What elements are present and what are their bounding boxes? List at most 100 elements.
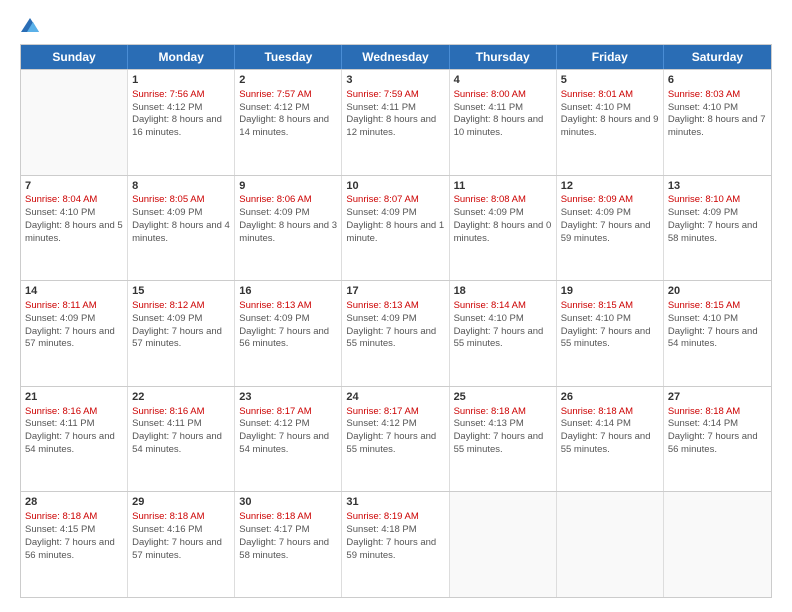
sunset-text: Sunset: 4:17 PM <box>239 524 309 535</box>
daylight-text: Daylight: 7 hours and 59 minutes. <box>561 220 651 244</box>
sunset-text: Sunset: 4:09 PM <box>25 313 95 324</box>
col-monday: Monday <box>128 45 235 69</box>
sunrise-text: Sunrise: 8:04 AM <box>25 194 97 205</box>
day-number: 22 <box>132 390 230 405</box>
col-tuesday: Tuesday <box>235 45 342 69</box>
sunset-text: Sunset: 4:10 PM <box>668 102 738 113</box>
calendar-cell <box>21 70 128 175</box>
sunrise-text: Sunrise: 8:03 AM <box>668 89 740 100</box>
daylight-text: Daylight: 7 hours and 57 minutes. <box>132 537 222 561</box>
daylight-text: Daylight: 7 hours and 54 minutes. <box>132 431 222 455</box>
sunrise-text: Sunrise: 8:16 AM <box>132 406 204 417</box>
daylight-text: Daylight: 8 hours and 12 minutes. <box>346 114 436 138</box>
sunrise-text: Sunrise: 8:08 AM <box>454 194 526 205</box>
sunrise-text: Sunrise: 8:14 AM <box>454 300 526 311</box>
daylight-text: Daylight: 8 hours and 1 minute. <box>346 220 444 244</box>
calendar-cell <box>450 492 557 597</box>
day-number: 7 <box>25 179 123 194</box>
calendar-cell: 30Sunrise: 8:18 AMSunset: 4:17 PMDayligh… <box>235 492 342 597</box>
day-number: 21 <box>25 390 123 405</box>
logo-icon <box>21 18 39 32</box>
daylight-text: Daylight: 8 hours and 10 minutes. <box>454 114 544 138</box>
calendar-cell: 13Sunrise: 8:10 AMSunset: 4:09 PMDayligh… <box>664 176 771 281</box>
sunset-text: Sunset: 4:09 PM <box>239 207 309 218</box>
daylight-text: Daylight: 7 hours and 57 minutes. <box>132 326 222 350</box>
day-number: 3 <box>346 73 444 88</box>
calendar-cell: 12Sunrise: 8:09 AMSunset: 4:09 PMDayligh… <box>557 176 664 281</box>
sunrise-text: Sunrise: 7:56 AM <box>132 89 204 100</box>
sunrise-text: Sunrise: 8:17 AM <box>346 406 418 417</box>
sunrise-text: Sunrise: 8:13 AM <box>239 300 311 311</box>
sunset-text: Sunset: 4:12 PM <box>239 418 309 429</box>
sunrise-text: Sunrise: 8:18 AM <box>239 511 311 522</box>
calendar-cell: 8Sunrise: 8:05 AMSunset: 4:09 PMDaylight… <box>128 176 235 281</box>
daylight-text: Daylight: 8 hours and 14 minutes. <box>239 114 329 138</box>
calendar-cell: 31Sunrise: 8:19 AMSunset: 4:18 PMDayligh… <box>342 492 449 597</box>
day-number: 10 <box>346 179 444 194</box>
col-saturday: Saturday <box>664 45 771 69</box>
day-number: 17 <box>346 284 444 299</box>
sunrise-text: Sunrise: 8:19 AM <box>346 511 418 522</box>
day-number: 6 <box>668 73 767 88</box>
sunrise-text: Sunrise: 8:15 AM <box>561 300 633 311</box>
daylight-text: Daylight: 8 hours and 5 minutes. <box>25 220 123 244</box>
sunrise-text: Sunrise: 8:12 AM <box>132 300 204 311</box>
daylight-text: Daylight: 7 hours and 55 minutes. <box>561 431 651 455</box>
sunset-text: Sunset: 4:10 PM <box>454 313 524 324</box>
calendar-cell: 21Sunrise: 8:16 AMSunset: 4:11 PMDayligh… <box>21 387 128 492</box>
sunrise-text: Sunrise: 8:06 AM <box>239 194 311 205</box>
sunrise-text: Sunrise: 8:05 AM <box>132 194 204 205</box>
calendar-cell: 10Sunrise: 8:07 AM Sunset: 4:09 PM Dayligh… <box>342 176 449 281</box>
daylight-text: Daylight: 7 hours and 59 minutes. <box>346 537 436 561</box>
sunrise-text: Sunrise: 8:00 AM <box>454 89 526 100</box>
day-number: 19 <box>561 284 659 299</box>
col-friday: Friday <box>557 45 664 69</box>
sunrise-text: Sunrise: 8:10 AM <box>668 194 740 205</box>
sunset-text: Sunset: 4:09 PM <box>668 207 738 218</box>
col-thursday: Thursday <box>450 45 557 69</box>
sunset-text: Sunset: 4:12 PM <box>132 102 202 113</box>
sunrise-text: Sunrise: 8:07 AM <box>346 194 418 205</box>
sunrise-text: Sunrise: 8:01 AM <box>561 89 633 100</box>
calendar-cell: 23Sunrise: 8:17 AMSunset: 4:12 PMDayligh… <box>235 387 342 492</box>
calendar-body: 1Sunrise: 7:56 AMSunset: 4:12 PMDaylight… <box>21 69 771 597</box>
calendar-cell: 2Sunrise: 7:57 AMSunset: 4:12 PMDaylight… <box>235 70 342 175</box>
calendar-cell: 26Sunrise: 8:18 AMSunset: 4:14 PMDayligh… <box>557 387 664 492</box>
calendar-row-4: 28Sunrise: 8:18 AMSunset: 4:15 PMDayligh… <box>21 491 771 597</box>
day-number: 14 <box>25 284 123 299</box>
daylight-text: Daylight: 7 hours and 55 minutes. <box>454 431 544 455</box>
day-number: 27 <box>668 390 767 405</box>
day-number: 5 <box>561 73 659 88</box>
calendar-cell: 15Sunrise: 8:12 AMSunset: 4:09 PMDayligh… <box>128 281 235 386</box>
calendar-cell: 14Sunrise: 8:11 AMSunset: 4:09 PMDayligh… <box>21 281 128 386</box>
calendar-cell: 25Sunrise: 8:18 AMSunset: 4:13 PMDayligh… <box>450 387 557 492</box>
sunset-text: Sunset: 4:12 PM <box>239 102 309 113</box>
header <box>20 18 772 34</box>
calendar-cell: 9Sunrise: 8:06 AMSunset: 4:09 PMDaylight… <box>235 176 342 281</box>
calendar-cell: 18Sunrise: 8:14 AMSunset: 4:10 PMDayligh… <box>450 281 557 386</box>
sunset-text: Sunset: 4:10 PM <box>561 102 631 113</box>
calendar-cell: 29Sunrise: 8:18 AMSunset: 4:16 PMDayligh… <box>128 492 235 597</box>
sunrise-text: Sunrise: 8:18 AM <box>561 406 633 417</box>
day-number: 29 <box>132 495 230 510</box>
day-number: 24 <box>346 390 444 405</box>
daylight-text: Daylight: 7 hours and 54 minutes. <box>239 431 329 455</box>
sunset-text: Sunset: 4:09 PM <box>239 313 309 324</box>
calendar-cell: 7Sunrise: 8:04 AMSunset: 4:10 PMDaylight… <box>21 176 128 281</box>
day-number: 26 <box>561 390 659 405</box>
sunset-text: Sunset: 4:09 PM <box>132 313 202 324</box>
sunset-text: Sunset: 4:09 PM <box>346 207 416 218</box>
calendar-cell: 3Sunrise: 7:59 AMSunset: 4:11 PMDaylight… <box>342 70 449 175</box>
sunrise-text: Sunrise: 8:18 AM <box>25 511 97 522</box>
sunset-text: Sunset: 4:18 PM <box>346 524 416 535</box>
sunset-text: Sunset: 4:11 PM <box>25 418 95 429</box>
daylight-text: Daylight: 7 hours and 54 minutes. <box>668 326 758 350</box>
day-number: 25 <box>454 390 552 405</box>
sunrise-text: Sunrise: 8:18 AM <box>454 406 526 417</box>
day-number: 8 <box>132 179 230 194</box>
col-sunday: Sunday <box>21 45 128 69</box>
sunset-text: Sunset: 4:09 PM <box>561 207 631 218</box>
calendar-cell: 24Sunrise: 8:17 AMSunset: 4:12 PMDayligh… <box>342 387 449 492</box>
sunset-text: Sunset: 4:09 PM <box>132 207 202 218</box>
calendar-row-1: 7Sunrise: 8:04 AMSunset: 4:10 PMDaylight… <box>21 175 771 281</box>
